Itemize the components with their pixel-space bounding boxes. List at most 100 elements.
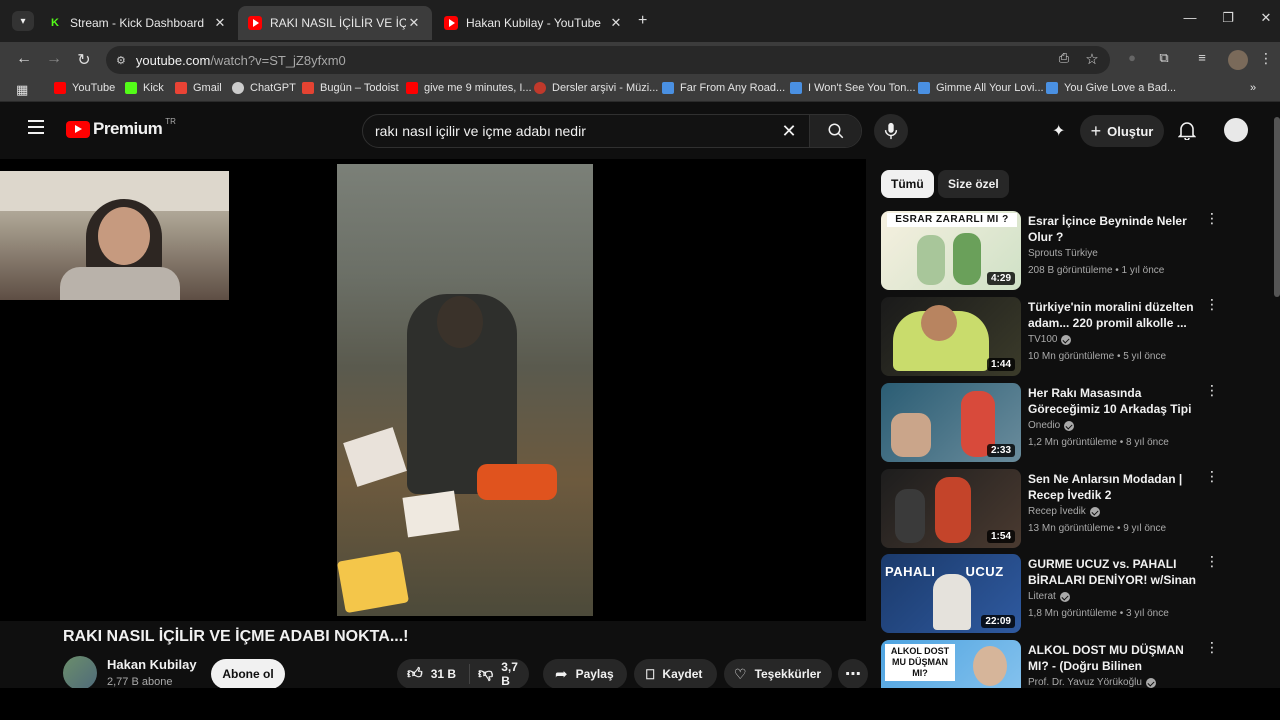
more-options-icon[interactable]: ⋮	[1205, 383, 1219, 397]
more-bookmarks-icon[interactable]: »	[1250, 82, 1256, 94]
reload-icon[interactable]: ↻	[74, 50, 94, 70]
recommended-channel[interactable]: Literat	[1028, 591, 1070, 602]
recommended-channel[interactable]: TV100	[1028, 334, 1072, 345]
tab-current-video[interactable]: RAKI NASIL İÇİLİR VE İÇME ADA ✕	[238, 6, 432, 40]
subscribe-button[interactable]: Abone ol	[211, 659, 285, 689]
more-options-icon[interactable]: ⋮	[1205, 640, 1219, 654]
more-options-icon[interactable]: ⋮	[1205, 469, 1219, 483]
webcam-overlay	[0, 171, 229, 300]
save-button[interactable]: ⎕ Kaydet	[634, 659, 717, 689]
recommended-title[interactable]: Her Rakı Masasında Göreceğimiz 10 Arkada…	[1028, 385, 1200, 417]
bookmark-dersler[interactable]: Dersler arşivi - Müzi...	[534, 82, 658, 94]
tab-kick-dashboard[interactable]: K Stream - Kick Dashboard ✕	[38, 6, 238, 40]
search-input[interactable]: rakı nasıl içilir ve içme adabı nedir	[363, 123, 769, 139]
channel-avatar[interactable]	[63, 656, 97, 690]
apps-grid-icon[interactable]: ▦	[16, 82, 28, 98]
site-info-icon[interactable]: ⚙	[116, 54, 126, 67]
recommended-video[interactable]: 1:44 Türkiye'nin moralini düzelten adam.…	[881, 297, 1221, 377]
address-bar[interactable]: ⚙ youtube.com/watch?v=ST_jZ8yfxm0	[106, 46, 1110, 74]
thumbs-down-icon: 👎︎	[477, 665, 494, 682]
minimize-icon[interactable]: —	[1180, 10, 1200, 25]
recommended-channel[interactable]: Prof. Dr. Yavuz Yörükoğlu	[1028, 677, 1156, 688]
page-scrollbar[interactable]	[1274, 117, 1280, 297]
gmail-icon	[175, 82, 187, 94]
install-app-icon[interactable]: ⎙	[1054, 50, 1074, 66]
todoist-icon	[302, 82, 314, 94]
media-queue-icon[interactable]: ≡	[1192, 50, 1212, 65]
search-box[interactable]: rakı nasıl içilir ve içme adabı nedir ✕	[362, 114, 862, 148]
premium-feature-icon[interactable]: ✦	[1052, 121, 1065, 141]
thumbnail-figure	[933, 574, 971, 630]
forward-arrow-icon[interactable]: →	[44, 50, 64, 68]
create-button[interactable]: + Oluştur	[1080, 115, 1164, 147]
recommended-title[interactable]: Sen Ne Anlarsın Modadan | Recep İvedik 2	[1028, 471, 1200, 503]
recommended-video[interactable]: PAHALI UCUZ 22:09 GURME UCUZ vs. PAHALI …	[881, 554, 1221, 634]
bookmark-star-icon[interactable]: ☆	[1082, 50, 1102, 68]
recommended-video[interactable]: ALKOL DOST MU DÜŞMAN MI? ALKOL DOST MU D…	[881, 640, 1221, 688]
recommended-channel[interactable]: Onedio	[1028, 420, 1075, 431]
bookmark-gmail[interactable]: Gmail	[175, 82, 222, 94]
video-frame[interactable]	[337, 164, 593, 616]
back-arrow-icon[interactable]: ←	[14, 50, 34, 68]
tab-hakan-kubilay[interactable]: Hakan Kubilay - YouTube ✕	[434, 6, 634, 40]
window-close-icon[interactable]: ✕	[1256, 10, 1276, 26]
clear-search-icon[interactable]: ✕	[769, 121, 809, 142]
notifications-bell-icon[interactable]	[1177, 120, 1197, 145]
voice-search-button[interactable]	[874, 114, 908, 148]
song-icon	[790, 82, 802, 94]
recommended-video[interactable]: 2:33 Her Rakı Masasında Göreceğimiz 10 A…	[881, 383, 1221, 463]
share-button[interactable]: ➦ Paylaş	[543, 659, 627, 689]
more-actions-icon[interactable]: ⋯	[838, 659, 868, 689]
bookmark-song-4[interactable]: You Give Love a Bad...	[1046, 82, 1176, 94]
browser-menu-icon[interactable]: ⋮	[1256, 50, 1276, 67]
thanks-button[interactable]: ♡ Teşekkürler	[724, 659, 832, 689]
bookmark-kick[interactable]: Kick	[125, 82, 164, 94]
account-avatar[interactable]	[1224, 118, 1248, 142]
video-thumbnail[interactable]: ALKOL DOST MU DÜŞMAN MI?	[881, 640, 1021, 688]
close-icon[interactable]: ✕	[212, 15, 228, 31]
recommended-video[interactable]: ESRAR ZARARLI MI ? 4:29 Esrar İçince Bey…	[881, 211, 1221, 291]
bookmark-chatgpt[interactable]: ChatGPT	[232, 82, 296, 94]
recommended-title[interactable]: GURME UCUZ vs. PAHALI BİRALARI DENİYOR! …	[1028, 556, 1200, 588]
profile-avatar[interactable]	[1228, 50, 1248, 70]
channel-name[interactable]: Hakan Kubilay	[107, 657, 197, 672]
chip-all[interactable]: Tümü	[881, 170, 934, 198]
recommended-channel[interactable]: Recep İvedik	[1028, 506, 1100, 517]
dislike-button[interactable]: 👎︎ 3,7 B	[470, 660, 529, 688]
more-options-icon[interactable]: ⋮	[1205, 297, 1219, 311]
extension-disabled-icon[interactable]: ●	[1122, 50, 1142, 65]
video-thumbnail[interactable]: ESRAR ZARARLI MI ? 4:29	[881, 211, 1021, 290]
recommended-title[interactable]: Türkiye'nin moralini düzelten adam... 22…	[1028, 299, 1200, 331]
video-thumbnail[interactable]: 1:54	[881, 469, 1021, 548]
video-player[interactable]	[0, 159, 866, 621]
recommended-title[interactable]: ALKOL DOST MU DÜŞMAN MI? - (Doğru Biline…	[1028, 642, 1200, 674]
recommended-video[interactable]: 1:54 Sen Ne Anlarsın Modadan | Recep İve…	[881, 469, 1221, 549]
close-icon[interactable]: ✕	[406, 15, 422, 31]
song-icon	[918, 82, 930, 94]
video-thumbnail[interactable]: 1:44	[881, 297, 1021, 376]
new-tab-button[interactable]: +	[638, 12, 647, 30]
video-thumbnail[interactable]: PAHALI UCUZ 22:09	[881, 554, 1021, 633]
maximize-icon[interactable]: ❐	[1218, 10, 1238, 26]
more-options-icon[interactable]: ⋮	[1205, 211, 1219, 225]
recommended-meta: 208 B görüntüleme • 1 yıl önce	[1028, 265, 1165, 276]
video-duration: 1:54	[986, 530, 1015, 543]
bookmark-song-3[interactable]: Gimme All Your Lovi...	[918, 82, 1044, 94]
youtube-premium-logo[interactable]: Premium TR	[66, 117, 176, 139]
chip-for-you[interactable]: Size özel	[938, 170, 1009, 198]
bookmark-song-2[interactable]: I Won't See You Ton...	[790, 82, 916, 94]
bookmark-video[interactable]: give me 9 minutes, I...	[406, 82, 532, 94]
like-button[interactable]: 👍︎ 31 B	[397, 664, 470, 684]
search-button[interactable]	[809, 115, 861, 147]
recommended-title[interactable]: Esrar İçince Beyninde Neler Olur ?	[1028, 213, 1200, 245]
bookmark-song-1[interactable]: Far From Any Road...	[662, 82, 785, 94]
menu-hamburger-icon[interactable]	[28, 120, 44, 134]
video-thumbnail[interactable]: 2:33	[881, 383, 1021, 462]
bookmark-todoist[interactable]: Bugün – Todoist	[302, 82, 399, 94]
bookmark-youtube[interactable]: YouTube	[54, 82, 115, 94]
recommended-channel[interactable]: Sprouts Türkiye	[1028, 248, 1098, 259]
tab-search-chevron-icon[interactable]: ▾	[12, 11, 34, 31]
close-icon[interactable]: ✕	[608, 15, 624, 31]
extensions-puzzle-icon[interactable]: ⧉	[1154, 50, 1174, 66]
more-options-icon[interactable]: ⋮	[1205, 554, 1219, 568]
